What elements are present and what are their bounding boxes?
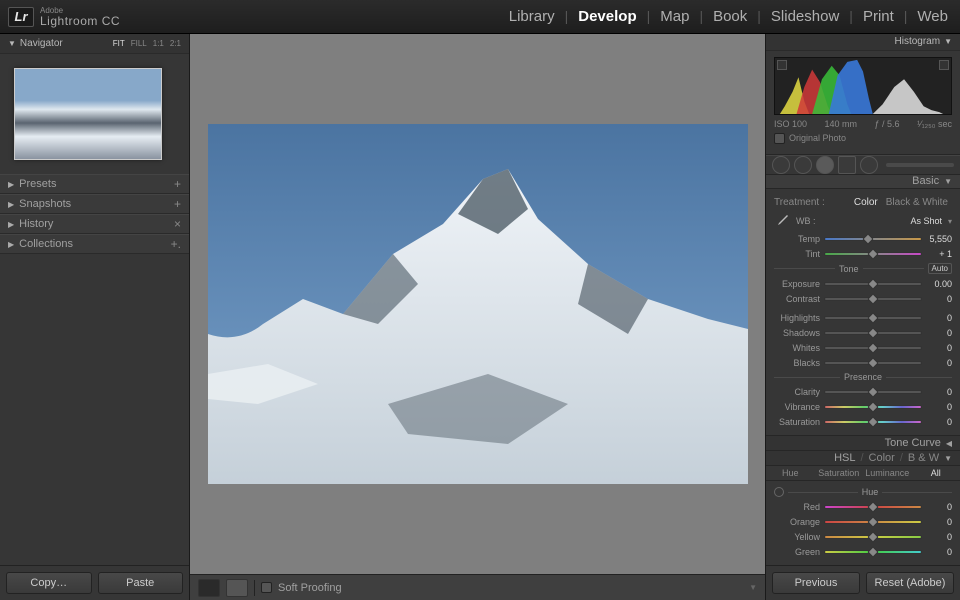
section-snapshots[interactable]: ▶Snapshots+	[0, 194, 189, 214]
treatment-bw[interactable]: Black & White	[882, 197, 952, 208]
hue-orange-slider[interactable]	[824, 520, 922, 524]
vibrance-slider[interactable]	[824, 405, 922, 409]
photo-preview	[208, 124, 748, 484]
shadow-clip-icon[interactable]	[777, 60, 787, 70]
treatment-color[interactable]: Color	[850, 197, 882, 208]
right-panel: Histogram▼ ISO 100 140 mm ƒ / 5.6 ¹⁄₁₂₅₀…	[765, 34, 960, 600]
loupe-view-icon[interactable]	[198, 579, 220, 597]
auto-tone-button[interactable]: Auto	[928, 263, 952, 274]
histogram-header[interactable]: Histogram▼	[766, 34, 960, 51]
navigator-header[interactable]: ▼ Navigator FIT FILL 1:1 2:1	[0, 34, 189, 54]
module-web[interactable]: Web	[913, 8, 952, 25]
eyedropper-icon[interactable]	[774, 213, 790, 229]
toolbar-dropdown-icon[interactable]: ▼	[749, 583, 757, 592]
hue-yellow-slider[interactable]	[824, 535, 922, 539]
section-history[interactable]: ▶History×	[0, 214, 189, 234]
collapse-icon: ▼	[944, 37, 952, 46]
highlight-clip-icon[interactable]	[939, 60, 949, 70]
brand-name: Lightroom CC	[40, 15, 120, 27]
original-photo-checkbox[interactable]	[774, 133, 785, 144]
tint-slider[interactable]	[824, 252, 922, 256]
section-collections[interactable]: ▶Collections+.	[0, 234, 189, 254]
add-collection-icon[interactable]: +.	[171, 237, 181, 251]
collapse-icon: ▼	[8, 39, 16, 48]
hsl-tabs: Hue Saturation Luminance All	[766, 466, 960, 481]
hsl-tab-all[interactable]: All	[912, 468, 960, 478]
crop-tool-icon[interactable]	[772, 156, 790, 174]
saturation-slider[interactable]	[824, 420, 922, 424]
module-library[interactable]: Library	[505, 8, 559, 25]
wb-label: WB :	[796, 216, 904, 226]
basic-panel: Treatment : Color Black & White WB : As …	[766, 189, 960, 436]
section-presets[interactable]: ▶Presets+	[0, 174, 189, 194]
module-develop[interactable]: Develop	[574, 8, 640, 25]
clear-history-icon[interactable]: ×	[174, 217, 181, 231]
contrast-slider[interactable]	[824, 297, 922, 301]
zoom-2to1[interactable]: 2:1	[170, 39, 181, 48]
hsl-tab-sat[interactable]: Saturation	[815, 468, 864, 478]
iso-value: ISO 100	[774, 119, 807, 129]
zoom-fit[interactable]: FIT	[113, 39, 125, 48]
radial-filter-icon[interactable]	[860, 156, 878, 174]
soft-proofing-label: Soft Proofing	[278, 582, 342, 594]
shadows-slider[interactable]	[824, 331, 922, 335]
exposure-slider[interactable]	[824, 282, 922, 286]
hsl-tab-hue[interactable]: Hue	[766, 468, 815, 478]
image-canvas[interactable]	[190, 34, 765, 574]
module-slideshow[interactable]: Slideshow	[767, 8, 843, 25]
module-picker: Library| Develop| Map| Book| Slideshow| …	[505, 8, 952, 25]
tone-curve-header[interactable]: Tone Curve◀	[766, 436, 960, 451]
clarity-slider[interactable]	[824, 390, 922, 394]
hsl-tab-lum[interactable]: Luminance	[863, 468, 912, 478]
target-adjust-icon[interactable]	[774, 487, 784, 497]
navigator-label: Navigator	[20, 38, 63, 49]
hue-green-slider[interactable]	[824, 550, 922, 554]
left-panel: ▼ Navigator FIT FILL 1:1 2:1 ▶Presets+ ▶…	[0, 34, 190, 600]
module-print[interactable]: Print	[859, 8, 898, 25]
zoom-1to1[interactable]: 1:1	[153, 39, 164, 48]
focal-value: 140 mm	[825, 119, 858, 129]
previous-button[interactable]: Previous	[772, 572, 860, 594]
zoom-fill[interactable]: FILL	[131, 39, 147, 48]
paste-button[interactable]: Paste	[98, 572, 184, 594]
reset-button[interactable]: Reset (Adobe)	[866, 572, 954, 594]
top-bar: Lr Adobe Lightroom CC Library| Develop| …	[0, 0, 960, 34]
logo-badge: Lr	[8, 7, 34, 27]
hue-red-slider[interactable]	[824, 505, 922, 509]
hsl-header[interactable]: HSL/ Color/ B & W ▼	[766, 451, 960, 466]
highlights-slider[interactable]	[824, 316, 922, 320]
add-preset-icon[interactable]: +	[174, 177, 181, 191]
tool-strip	[766, 155, 960, 175]
wb-dropdown[interactable]: As Shot	[910, 216, 942, 226]
center-panel: Soft Proofing ▼	[190, 34, 765, 600]
navigator-thumbnail[interactable]	[14, 68, 162, 160]
blacks-slider[interactable]	[824, 361, 922, 365]
redeye-tool-icon[interactable]	[816, 156, 834, 174]
soft-proofing-checkbox[interactable]	[261, 582, 272, 593]
copy-button[interactable]: Copy…	[6, 572, 92, 594]
shutter-value: ¹⁄₁₂₅₀ sec	[917, 119, 952, 129]
logo: Lr Adobe Lightroom CC	[8, 7, 120, 27]
aperture-value: ƒ / 5.6	[875, 119, 900, 129]
treatment-label: Treatment :	[774, 197, 850, 208]
navigator-thumbnail-area	[0, 54, 189, 174]
module-book[interactable]: Book	[709, 8, 751, 25]
module-map[interactable]: Map	[656, 8, 693, 25]
grad-filter-icon[interactable]	[838, 156, 856, 174]
spot-tool-icon[interactable]	[794, 156, 812, 174]
histogram[interactable]	[774, 57, 952, 115]
center-toolbar: Soft Proofing ▼	[190, 574, 765, 600]
temp-slider[interactable]	[824, 237, 922, 241]
brush-size-slider[interactable]	[886, 163, 954, 167]
add-snapshot-icon[interactable]: +	[174, 197, 181, 211]
before-after-icon[interactable]	[226, 579, 248, 597]
whites-slider[interactable]	[824, 346, 922, 350]
basic-header[interactable]: Basic▼	[766, 175, 960, 190]
